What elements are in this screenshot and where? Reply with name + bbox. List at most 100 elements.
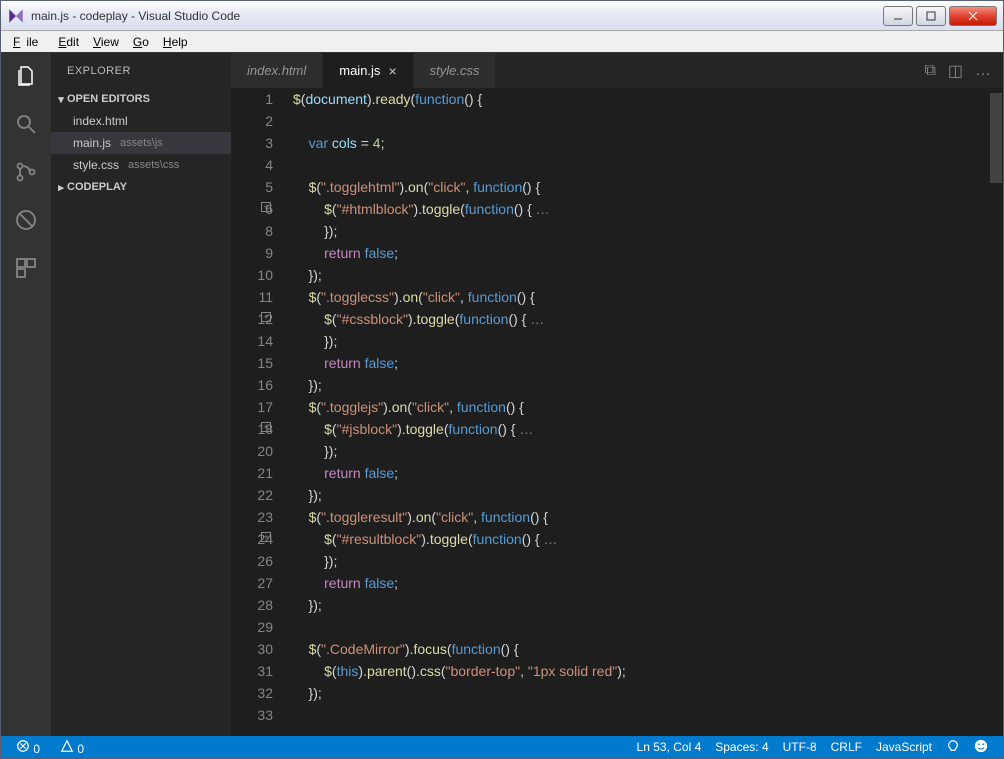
code-content[interactable]: $(document).ready(function() { var cols … bbox=[291, 88, 989, 736]
menu-view[interactable]: View bbox=[87, 33, 125, 51]
minimize-button[interactable] bbox=[883, 6, 913, 26]
tab-indexhtml[interactable]: index.html bbox=[231, 53, 323, 88]
section-project[interactable]: ▸CODEPLAY bbox=[51, 176, 231, 198]
code-line[interactable]: }); bbox=[293, 594, 989, 616]
compare-icon[interactable]: ⧉ bbox=[924, 62, 935, 80]
feedback-icon[interactable] bbox=[939, 739, 967, 756]
line-number: 14 bbox=[231, 330, 273, 352]
line-number: 26 bbox=[231, 550, 273, 572]
code-line[interactable]: }); bbox=[293, 440, 989, 462]
code-editor[interactable]: 123456+89101112+1415161718+2021222324+26… bbox=[231, 88, 1003, 736]
scroll-thumb[interactable] bbox=[990, 93, 1002, 183]
code-line[interactable]: $(".toggleresult").on("click", function(… bbox=[293, 506, 989, 528]
status-cursor[interactable]: Ln 53, Col 4 bbox=[630, 740, 709, 754]
section-open-editors[interactable]: ▾OPEN EDITORS bbox=[51, 88, 231, 110]
tab-bar: index.html main.js × style.css ⧉ ◫ … bbox=[231, 53, 1003, 88]
tab-mainjs[interactable]: main.js × bbox=[323, 53, 413, 88]
warning-icon bbox=[60, 739, 74, 753]
code-line[interactable]: return false; bbox=[293, 572, 989, 594]
line-number: 16 bbox=[231, 374, 273, 396]
code-line[interactable]: }); bbox=[293, 220, 989, 242]
code-line[interactable]: }); bbox=[293, 682, 989, 704]
editor-area: index.htmlmain.js×style.css ⧉ ◫ … 123456… bbox=[231, 53, 1003, 736]
code-line[interactable]: }); bbox=[293, 550, 989, 572]
scrollbar[interactable] bbox=[989, 88, 1003, 736]
line-number: 11 bbox=[231, 286, 273, 308]
maximize-button[interactable] bbox=[916, 6, 946, 26]
code-line[interactable]: $("#jsblock").toggle(function() { … bbox=[293, 418, 989, 440]
menu-edit[interactable]: Edit bbox=[52, 33, 85, 51]
titlebar[interactable]: main.js - codeplay - Visual Studio Code bbox=[1, 1, 1003, 31]
more-icon[interactable]: … bbox=[975, 62, 991, 80]
line-number: 32 bbox=[231, 682, 273, 704]
code-line[interactable]: $(this).parent().css("border-top", "1px … bbox=[293, 660, 989, 682]
fold-icon[interactable]: + bbox=[261, 202, 271, 212]
activity-bar bbox=[1, 53, 51, 736]
search-icon bbox=[14, 112, 38, 136]
code-line[interactable]: return false; bbox=[293, 352, 989, 374]
code-line[interactable]: return false; bbox=[293, 242, 989, 264]
open-editor-item[interactable]: index.html bbox=[51, 110, 231, 132]
line-number: 12+ bbox=[231, 308, 273, 330]
code-line[interactable] bbox=[293, 616, 989, 638]
split-editor-icon[interactable]: ◫ bbox=[948, 61, 963, 81]
code-line[interactable]: $(".togglejs").on("click", function() { bbox=[293, 396, 989, 418]
fold-icon[interactable]: + bbox=[261, 312, 271, 322]
code-line[interactable] bbox=[293, 704, 989, 726]
status-warnings[interactable]: 0 bbox=[53, 739, 91, 756]
tab-actions: ⧉ ◫ … bbox=[912, 53, 1003, 88]
sidebar-title: EXPLORER bbox=[51, 53, 231, 88]
sidebar: EXPLORER ▾OPEN EDITORS index.htmlmain.js… bbox=[51, 53, 231, 736]
status-encoding[interactable]: UTF-8 bbox=[776, 740, 824, 754]
activity-debug[interactable] bbox=[11, 205, 41, 235]
statusbar: 0 0 Ln 53, Col 4 Spaces: 4 UTF-8 CRLF Ja… bbox=[1, 736, 1003, 758]
code-line[interactable]: $(".togglehtml").on("click", function() … bbox=[293, 176, 989, 198]
app-body: EXPLORER ▾OPEN EDITORS index.htmlmain.js… bbox=[1, 53, 1003, 736]
menu-file[interactable]: File bbox=[7, 33, 50, 51]
activity-search[interactable] bbox=[11, 109, 41, 139]
close-button[interactable] bbox=[949, 6, 997, 26]
code-line[interactable]: }); bbox=[293, 330, 989, 352]
tab-label: main.js bbox=[339, 63, 380, 78]
open-editor-item[interactable]: main.jsassets\js bbox=[51, 132, 231, 154]
code-line[interactable]: $("#resultblock").toggle(function() { … bbox=[293, 528, 989, 550]
code-line[interactable]: $(document).ready(function() { bbox=[293, 88, 989, 110]
tab-stylecss[interactable]: style.css bbox=[414, 53, 497, 88]
status-language[interactable]: JavaScript bbox=[869, 740, 939, 754]
activity-scm[interactable] bbox=[11, 157, 41, 187]
code-line[interactable] bbox=[293, 154, 989, 176]
code-line[interactable]: }); bbox=[293, 484, 989, 506]
menu-go[interactable]: Go bbox=[127, 33, 155, 51]
error-count: 0 bbox=[33, 742, 40, 756]
window-buttons bbox=[883, 6, 997, 26]
menu-help[interactable]: Help bbox=[157, 33, 194, 51]
line-number: 2 bbox=[231, 110, 273, 132]
code-line[interactable] bbox=[293, 110, 989, 132]
line-number: 23 bbox=[231, 506, 273, 528]
code-line[interactable]: var cols = 4; bbox=[293, 132, 989, 154]
open-editor-item[interactable]: style.cssassets\css bbox=[51, 154, 231, 176]
line-number: 1 bbox=[231, 88, 273, 110]
code-line[interactable]: return false; bbox=[293, 462, 989, 484]
smile-icon[interactable] bbox=[967, 739, 995, 756]
status-errors[interactable]: 0 bbox=[9, 739, 47, 756]
activity-explorer[interactable] bbox=[11, 61, 41, 91]
fold-icon[interactable]: + bbox=[261, 532, 271, 542]
code-line[interactable]: $("#htmlblock").toggle(function() { … bbox=[293, 198, 989, 220]
line-number: 30 bbox=[231, 638, 273, 660]
file-path: assets\css bbox=[128, 159, 179, 171]
code-line[interactable]: $("#cssblock").toggle(function() { … bbox=[293, 308, 989, 330]
line-number: 15 bbox=[231, 352, 273, 374]
close-icon[interactable]: × bbox=[388, 63, 396, 79]
line-number: 21 bbox=[231, 462, 273, 484]
code-line[interactable]: }); bbox=[293, 264, 989, 286]
code-line[interactable]: }); bbox=[293, 374, 989, 396]
extensions-icon bbox=[14, 256, 38, 280]
status-eol[interactable]: CRLF bbox=[824, 740, 869, 754]
fold-icon[interactable]: + bbox=[261, 422, 271, 432]
status-spaces[interactable]: Spaces: 4 bbox=[708, 740, 775, 754]
line-number: 3 bbox=[231, 132, 273, 154]
code-line[interactable]: $(".CodeMirror").focus(function() { bbox=[293, 638, 989, 660]
activity-extensions[interactable] bbox=[11, 253, 41, 283]
code-line[interactable]: $(".togglecss").on("click", function() { bbox=[293, 286, 989, 308]
